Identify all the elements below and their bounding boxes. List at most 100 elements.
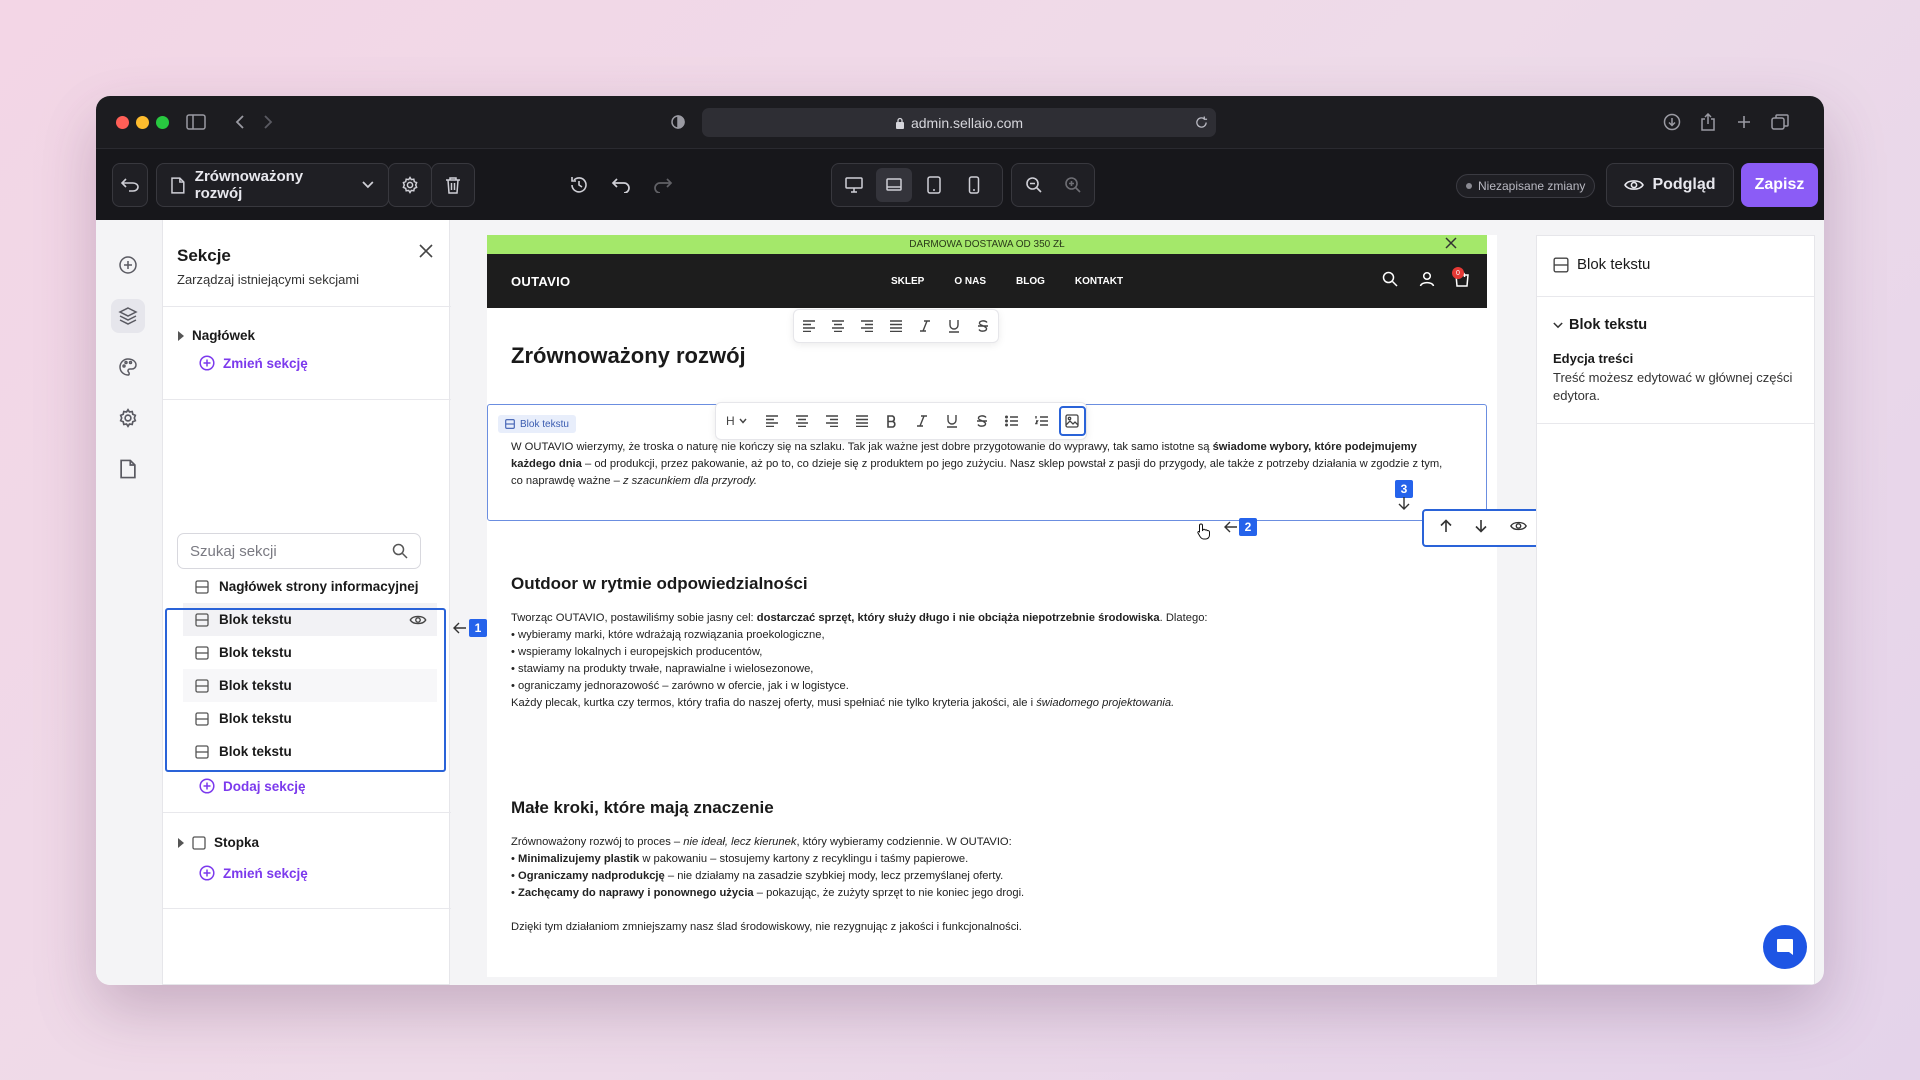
bullet-list-button[interactable]: [997, 406, 1027, 436]
menu-item-contact[interactable]: KONTAKT: [1075, 276, 1123, 287]
numbered-list-button[interactable]: [1027, 406, 1057, 436]
undo-back-icon: [121, 178, 139, 192]
user-icon[interactable]: [1419, 271, 1435, 287]
header-section-row[interactable]: Nagłówek: [177, 328, 255, 343]
store-logo[interactable]: OUTAVIO: [511, 274, 570, 289]
underline-button[interactable]: [940, 311, 969, 341]
heading-level-dropdown[interactable]: H: [716, 406, 757, 436]
section-item[interactable]: Blok tekstu: [183, 702, 437, 735]
list-item[interactable]: Zachęcamy do naprawy i ponownego użycia …: [511, 885, 1024, 902]
toggle-visibility-button[interactable]: [1509, 519, 1527, 537]
preview-button[interactable]: Podgląd: [1606, 163, 1734, 207]
list-item[interactable]: wybieramy marki, które wdrażają rozwiąza…: [511, 627, 849, 644]
page-heading[interactable]: Zrównoważony rozwój: [511, 343, 746, 369]
add-section-rail-button[interactable]: [111, 248, 145, 282]
close-window-button[interactable]: [116, 116, 129, 129]
undo-button[interactable]: [603, 167, 639, 203]
reload-icon[interactable]: [1195, 116, 1208, 129]
exit-editor-button[interactable]: [112, 163, 148, 207]
save-button[interactable]: Zapisz: [1741, 163, 1818, 207]
tablet-view-button[interactable]: [916, 168, 952, 202]
move-down-button[interactable]: [1474, 519, 1488, 538]
align-right-button[interactable]: [817, 406, 847, 436]
close-promo-button[interactable]: [1445, 236, 1457, 254]
paragraph-1[interactable]: W OUTAVIO wierzymy, że troska o naturę n…: [511, 439, 1451, 490]
italic-button[interactable]: [907, 406, 937, 436]
sidebar-toggle-icon[interactable]: [184, 110, 208, 134]
align-center-button[interactable]: [787, 406, 817, 436]
tabs-overview-icon[interactable]: [1768, 110, 1792, 134]
change-footer-section-link[interactable]: Zmień sekcję: [199, 865, 308, 881]
settings-rail-button[interactable]: [111, 401, 145, 435]
eye-icon[interactable]: [409, 614, 427, 626]
section-item[interactable]: Blok tekstu: [183, 735, 437, 768]
back-icon[interactable]: [228, 110, 252, 134]
forward-icon[interactable]: [256, 110, 280, 134]
list-item[interactable]: stawiamy na produkty trwałe, naprawialne…: [511, 661, 849, 678]
footer-section-row[interactable]: Stopka: [177, 835, 259, 850]
paragraph-2[interactable]: Tworząc OUTAVIO, postawiliśmy sobie jasn…: [511, 610, 1451, 627]
chat-button[interactable]: [1763, 925, 1807, 969]
zoom-out-button[interactable]: [1016, 168, 1051, 202]
menu-item-about[interactable]: O NAS: [954, 276, 986, 287]
address-bar[interactable]: admin.sellaio.com: [702, 108, 1216, 137]
section-item[interactable]: Blok tekstu: [183, 603, 437, 636]
list-item[interactable]: wspieramy lokalnych i europejskich produ…: [511, 644, 849, 661]
insert-image-button[interactable]: [1058, 406, 1086, 436]
minimize-window-button[interactable]: [136, 116, 149, 129]
page-settings-button[interactable]: [388, 163, 432, 207]
move-up-button[interactable]: [1439, 518, 1453, 538]
align-center-button[interactable]: [823, 311, 852, 341]
zoom-in-button[interactable]: [1055, 168, 1090, 202]
strikethrough-button[interactable]: [967, 406, 997, 436]
mobile-view-button[interactable]: [956, 168, 992, 202]
section-heading-1[interactable]: Outdoor w rytmie odpowiedzialności: [511, 574, 808, 594]
align-left-button[interactable]: [757, 406, 787, 436]
paragraph-3[interactable]: Każdy plecak, kurtka czy termos, który t…: [511, 695, 1451, 712]
section-item[interactable]: Nagłówek strony informacyjnej: [183, 570, 437, 603]
search-input[interactable]: [190, 542, 380, 560]
page-selector[interactable]: Zrównoważony rozwój: [156, 163, 389, 207]
privacy-shield-icon[interactable]: [666, 110, 690, 134]
align-justify-button[interactable]: [847, 406, 877, 436]
inspector-section-toggle[interactable]: Blok tekstu: [1553, 317, 1647, 333]
add-section-link[interactable]: Dodaj sekcję: [199, 778, 306, 794]
block-icon: [195, 678, 209, 693]
strikethrough-button[interactable]: [969, 311, 998, 341]
layers-rail-button[interactable]: [111, 299, 145, 333]
desktop-view-button[interactable]: [836, 168, 872, 202]
list-item[interactable]: ograniczamy jednorazowość – zarówno w of…: [511, 678, 849, 695]
new-tab-icon[interactable]: [1732, 110, 1756, 134]
bold-button[interactable]: [877, 406, 907, 436]
close-panel-button[interactable]: [419, 244, 433, 263]
pages-rail-button[interactable]: [111, 452, 145, 486]
menu-item-shop[interactable]: SKLEP: [891, 276, 924, 287]
redo-button[interactable]: [645, 167, 681, 203]
laptop-view-button[interactable]: [876, 168, 912, 202]
theme-rail-button[interactable]: [111, 350, 145, 384]
image-icon: [1065, 414, 1080, 428]
section-item[interactable]: Blok tekstu: [183, 636, 437, 669]
list-item[interactable]: Minimalizujemy plastik w pakowaniu – sto…: [511, 851, 1024, 868]
paragraph-4[interactable]: Zrównoważony rozwój to proces – nie idea…: [511, 834, 1451, 851]
underline-button[interactable]: [937, 406, 967, 436]
list-item[interactable]: Ograniczamy nadprodukcję – nie działamy …: [511, 868, 1024, 885]
section-search[interactable]: [177, 533, 421, 569]
section-heading-2[interactable]: Małe kroki, które mają znaczenie: [511, 798, 774, 818]
paragraph-5[interactable]: Dzięki tym działaniom zmniejszamy nasz ś…: [511, 919, 1451, 936]
plus-circle-icon: [199, 865, 215, 881]
eye-icon: [1624, 180, 1645, 190]
align-right-button[interactable]: [852, 311, 881, 341]
change-header-section-link[interactable]: Zmień sekcję: [199, 355, 308, 371]
downloads-icon[interactable]: [1660, 110, 1684, 134]
history-button[interactable]: [561, 167, 597, 203]
align-justify-button[interactable]: [881, 311, 910, 341]
share-icon[interactable]: [1696, 110, 1720, 134]
menu-item-blog[interactable]: BLOG: [1016, 276, 1045, 287]
delete-page-button[interactable]: [431, 163, 475, 207]
zoom-window-button[interactable]: [156, 116, 169, 129]
search-icon[interactable]: [1382, 271, 1398, 287]
section-item[interactable]: Blok tekstu: [183, 669, 437, 702]
align-left-button[interactable]: [794, 311, 823, 341]
italic-button[interactable]: [911, 311, 940, 341]
